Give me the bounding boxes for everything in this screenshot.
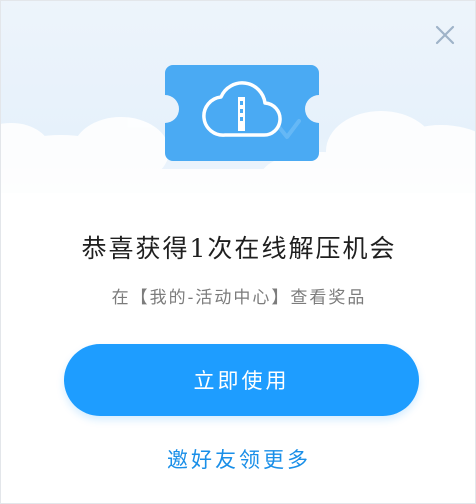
close-button[interactable] xyxy=(433,23,457,47)
reward-dialog: 恭喜获得1次在线解压机会 在【我的-活动中心】查看奖品 立即使用 邀好友领更多 xyxy=(0,0,476,504)
dialog-subtitle: 在【我的-活动中心】查看奖品 xyxy=(111,288,367,308)
close-icon xyxy=(435,25,455,45)
dialog-title: 恭喜获得1次在线解压机会 xyxy=(81,234,397,263)
use-now-button[interactable]: 立即使用 xyxy=(64,344,419,416)
hero-illustration xyxy=(1,65,475,193)
invite-friends-link[interactable]: 邀好友领更多 xyxy=(1,444,475,474)
hero-banner xyxy=(1,1,475,193)
